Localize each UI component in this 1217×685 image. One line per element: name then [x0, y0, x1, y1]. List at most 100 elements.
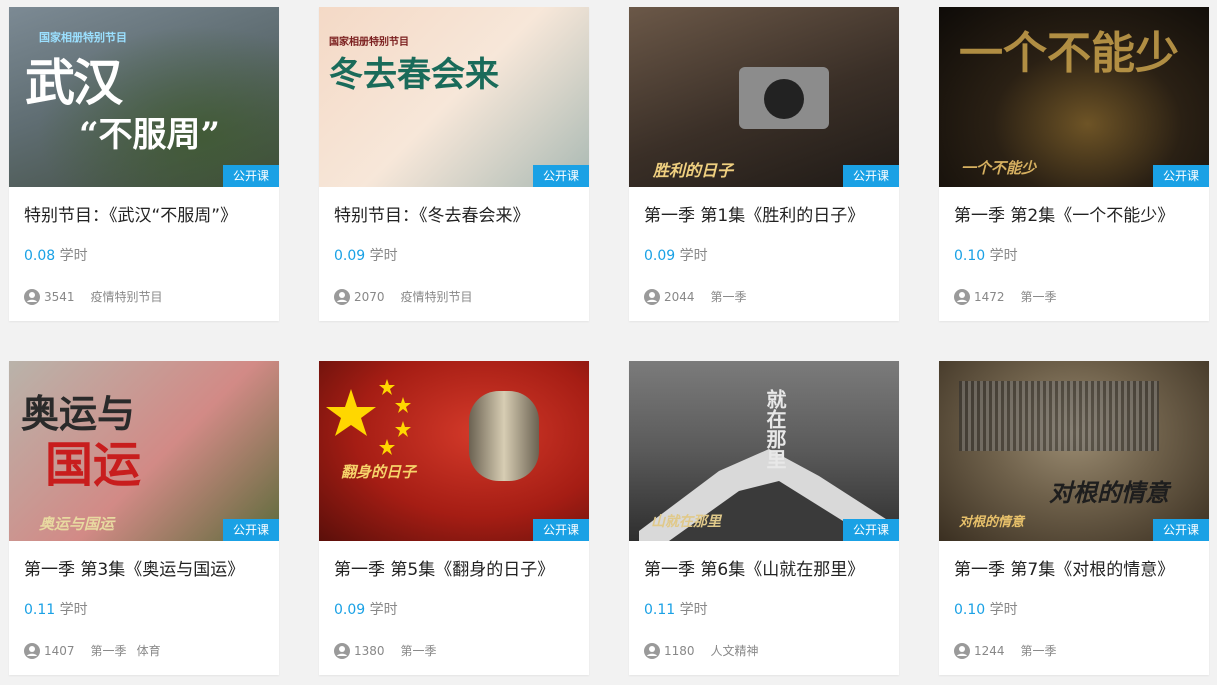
course-thumbnail[interactable]: 对根的情意 对根的情意 公开课 — [939, 361, 1209, 541]
thumb-title-2: 国运 — [45, 437, 142, 493]
course-tag: 体育 — [136, 644, 161, 658]
hours-value: 0.10 — [954, 602, 986, 618]
thumb-title: 武汉 — [25, 53, 123, 112]
course-hours: 0.10 学时 — [954, 599, 1018, 619]
course-hours: 0.09 学时 — [644, 245, 708, 265]
course-tag: 第一季 — [1020, 290, 1057, 304]
user-icon — [24, 642, 40, 659]
user-icon — [644, 642, 660, 659]
hours-unit: 学时 — [369, 248, 398, 264]
course-tag: 第一季 — [710, 290, 747, 304]
course-meta: 1380 第一季 — [334, 642, 447, 659]
course-title[interactable]: 第一季 第6集《山就在那里》 — [644, 555, 889, 580]
open-course-badge: 公开课 — [1153, 165, 1209, 187]
view-count: 1180 — [664, 643, 695, 658]
hours-value: 0.09 — [644, 248, 676, 264]
user-icon — [644, 288, 660, 305]
course-card[interactable]: 一个不能少 一个不能少 公开课 第一季 第2集《一个不能少》 0.10 学时 1… — [939, 7, 1209, 321]
course-title[interactable]: 第一季 第1集《胜利的日子》 — [644, 201, 889, 226]
course-thumbnail[interactable]: 国家相册特别节目 武汉 “不服周” 公开课 — [9, 7, 279, 187]
course-thumbnail[interactable]: 就在那里 山就在那里 公开课 — [629, 361, 899, 541]
course-hours: 0.11 学时 — [24, 599, 88, 619]
course-meta: 2044 第一季 — [644, 288, 757, 305]
course-meta: 1472 第一季 — [954, 288, 1067, 305]
course-tag: 人文精神 — [710, 644, 759, 658]
course-hours: 0.09 学时 — [334, 599, 398, 619]
course-card[interactable]: 奥运与 国运 奥运与国运 公开课 第一季 第3集《奥运与国运》 0.11 学时 … — [9, 361, 279, 675]
course-thumbnail[interactable]: 胜利的日子 公开课 — [629, 7, 899, 187]
view-count: 1244 — [974, 643, 1005, 658]
course-thumbnail[interactable]: 奥运与 国运 奥运与国运 公开课 — [9, 361, 279, 541]
course-meta: 2070 疫情特别节目 — [334, 288, 483, 305]
hours-unit: 学时 — [989, 602, 1018, 618]
thumb-subtitle: 奥运与国运 — [39, 515, 115, 533]
course-hours: 0.09 学时 — [334, 245, 398, 265]
course-hours: 0.08 学时 — [24, 245, 88, 265]
course-card[interactable]: 国家相册特别节目 武汉 “不服周” 公开课 特别节目：《武汉“不服周”》 0.0… — [9, 7, 279, 321]
course-meta: 1180 人文精神 — [644, 642, 769, 659]
course-card[interactable]: 对根的情意 对根的情意 公开课 第一季 第7集《对根的情意》 0.10 学时 1… — [939, 361, 1209, 675]
thumb-title: 冬去春会来 — [329, 55, 499, 95]
hours-value: 0.09 — [334, 248, 366, 264]
thumb-subtitle: 山就在那里 — [651, 514, 721, 530]
thumb-title: 就在那里 — [763, 389, 787, 469]
view-count: 3541 — [44, 289, 75, 304]
view-count: 1380 — [354, 643, 385, 658]
hours-value: 0.09 — [334, 602, 366, 618]
user-icon — [24, 288, 40, 305]
view-count: 2044 — [664, 289, 695, 304]
course-card[interactable]: 就在那里 山就在那里 公开课 第一季 第6集《山就在那里》 0.11 学时 11… — [629, 361, 899, 675]
course-title[interactable]: 第一季 第7集《对根的情意》 — [954, 555, 1199, 580]
course-title[interactable]: 特别节目：《冬去春会来》 — [334, 201, 579, 226]
thumb-subtitle: 国家相册特别节目 — [329, 37, 409, 48]
thumb-title: 翻身的日子 — [341, 463, 417, 481]
course-title[interactable]: 第一季 第5集《翻身的日子》 — [334, 555, 579, 580]
hours-unit: 学时 — [369, 602, 398, 618]
open-course-badge: 公开课 — [1153, 519, 1209, 541]
hours-value: 0.08 — [24, 248, 56, 264]
course-title[interactable]: 第一季 第3集《奥运与国运》 — [24, 555, 269, 580]
course-title[interactable]: 特别节目：《武汉“不服周”》 — [24, 201, 269, 226]
hours-unit: 学时 — [59, 248, 88, 264]
open-course-badge: 公开课 — [533, 165, 589, 187]
hours-value: 0.10 — [954, 248, 986, 264]
thumb-title-2: “不服周” — [79, 115, 221, 155]
course-meta: 1244 第一季 — [954, 642, 1067, 659]
view-count: 1472 — [974, 289, 1005, 304]
thumb-title: 对根的情意 — [1049, 478, 1169, 507]
open-course-badge: 公开课 — [223, 519, 279, 541]
open-course-badge: 公开课 — [223, 165, 279, 187]
stars-icon — [326, 379, 411, 455]
course-card[interactable]: 国家相册特别节目 冬去春会来 公开课 特别节目：《冬去春会来》 0.09 学时 … — [319, 7, 589, 321]
course-tag: 第一季 — [90, 644, 127, 658]
course-meta: 3541 疫情特别节目 — [24, 288, 173, 305]
thumb-subtitle: 对根的情意 — [959, 515, 1025, 530]
user-icon — [334, 642, 350, 659]
user-icon — [334, 288, 350, 305]
course-card[interactable]: 胜利的日子 公开课 第一季 第1集《胜利的日子》 0.09 学时 2044 第一… — [629, 7, 899, 321]
hours-value: 0.11 — [644, 602, 676, 618]
course-thumbnail[interactable]: 翻身的日子 公开课 — [319, 361, 589, 541]
course-grid: 国家相册特别节目 武汉 “不服周” 公开课 特别节目：《武汉“不服周”》 0.0… — [0, 0, 1217, 685]
view-count: 2070 — [354, 289, 385, 304]
thumb-title: 胜利的日子 — [653, 161, 734, 180]
course-tag: 疫情特别节目 — [90, 290, 163, 304]
user-icon — [954, 642, 970, 659]
course-tag: 疫情特别节目 — [400, 290, 473, 304]
open-course-badge: 公开课 — [843, 519, 899, 541]
course-meta: 1407 第一季 体育 — [24, 642, 171, 659]
course-thumbnail[interactable]: 一个不能少 一个不能少 公开课 — [939, 7, 1209, 187]
course-hours: 0.11 学时 — [644, 599, 708, 619]
course-card[interactable]: 翻身的日子 公开课 第一季 第5集《翻身的日子》 0.09 学时 1380 第一… — [319, 361, 589, 675]
course-thumbnail[interactable]: 国家相册特别节目 冬去春会来 公开课 — [319, 7, 589, 187]
open-course-badge: 公开课 — [533, 519, 589, 541]
thumb-subtitle: 一个不能少 — [961, 159, 1037, 177]
thumb-title: 一个不能少 — [959, 28, 1179, 79]
course-tag: 第一季 — [1020, 644, 1057, 658]
hours-unit: 学时 — [989, 248, 1018, 264]
course-title[interactable]: 第一季 第2集《一个不能少》 — [954, 201, 1199, 226]
user-icon — [954, 288, 970, 305]
hours-unit: 学时 — [679, 602, 708, 618]
open-course-badge: 公开课 — [843, 165, 899, 187]
hours-unit: 学时 — [59, 602, 88, 618]
